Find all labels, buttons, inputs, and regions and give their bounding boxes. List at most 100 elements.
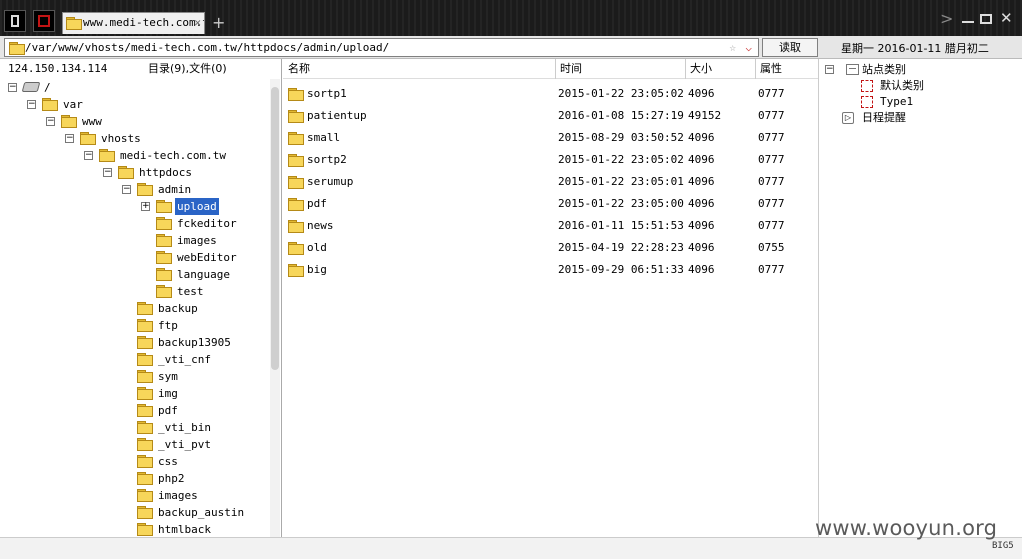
collapse-toggle[interactable]: − [27,100,36,109]
folder-icon [288,176,304,189]
collapse-toggle[interactable]: − [8,83,17,92]
tree-node[interactable]: _vti_cnf [0,351,268,368]
tree-node-label: php2 [158,472,185,485]
app-menu-button[interactable] [4,10,26,32]
collapse-toggle[interactable]: − [103,168,112,177]
tree-node[interactable]: backup_austin [0,504,268,521]
tree-node[interactable]: − www [0,113,268,130]
tree-node-label: css [158,455,178,468]
collapse-toggle[interactable]: − [122,185,131,194]
cell-size: 4096 [688,131,715,144]
tree-node[interactable]: test [0,283,268,300]
table-row[interactable]: news 2016-01-11 15:51:53 4096 0777 [283,215,819,237]
folder-icon [288,88,304,101]
collapse-toggle[interactable]: − [46,117,55,126]
cell-attr: 0777 [758,109,785,122]
tree-node[interactable]: _vti_pvt [0,436,268,453]
folder-icon [288,220,304,233]
tree-node[interactable]: − admin [0,181,268,198]
tab-active[interactable]: www.medi-tech.com.tw ✕ [62,12,205,34]
folder-icon [137,455,153,468]
tree-node-label: _vti_cnf [158,353,211,366]
tree-node[interactable]: + upload [0,198,268,215]
directory-summary: 目录(9),文件(0) [148,62,227,75]
table-row[interactable]: sortp1 2015-01-22 23:05:02 4096 0777 [283,83,819,105]
date-info: 星期一 2016-01-11 腊月初二 [841,42,989,55]
tree-node-label: images [158,489,198,502]
tree-node[interactable]: − medi-tech.com.tw [0,147,268,164]
new-tab-button[interactable]: + [212,13,225,32]
column-header-name[interactable]: 名称 [288,59,310,79]
column-header-size[interactable]: 大小 [685,59,712,79]
folder-icon [137,421,153,434]
folder-icon [137,489,153,502]
folder-icon [66,17,82,30]
cell-attr: 0777 [758,197,785,210]
tree-node-label: webEditor [177,251,237,264]
tree-node[interactable]: − var [0,96,268,113]
record-button[interactable] [33,10,55,32]
table-row[interactable]: big 2015-09-29 06:51:33 4096 0777 [283,259,819,281]
collapse-toggle[interactable]: − [825,65,834,74]
tree-node[interactable]: php2 [0,470,268,487]
tree-node[interactable]: ftp [0,317,268,334]
folder-icon [156,200,172,213]
tree-node[interactable]: webEditor [0,249,268,266]
maximize-icon[interactable] [980,14,992,24]
folder-icon [137,336,153,349]
tree-node[interactable]: − httpdocs [0,164,268,181]
tree-node[interactable]: _vti_bin [0,419,268,436]
read-button[interactable]: 读取 [762,38,818,57]
expand-toggle[interactable]: + [141,202,150,211]
tree-node[interactable]: − / [0,79,268,96]
folder-icon [137,353,153,366]
cell-attr: 0777 [758,175,785,188]
tree-node[interactable]: images [0,232,268,249]
tree-scrollbar[interactable] [270,79,280,537]
table-row[interactable]: serumup 2015-01-22 23:05:01 4096 0777 [283,171,819,193]
close-icon[interactable]: ✕ [1000,9,1013,27]
folder-icon [9,42,25,55]
tree-node[interactable]: css [0,453,268,470]
column-header-attr[interactable]: 属性 [755,59,782,79]
tree-node[interactable]: images [0,487,268,504]
collapse-toggle[interactable]: − [65,134,74,143]
chevron-down-icon[interactable]: ⌵ [745,39,752,56]
folder-icon [137,438,153,451]
tree-node-label: backup [158,302,198,315]
table-row[interactable]: sortp2 2015-01-22 23:05:02 4096 0777 [283,149,819,171]
column-header-time[interactable]: 时间 [555,59,582,79]
tree-node[interactable]: pdf [0,402,268,419]
cell-time: 2015-01-22 23:05:01 [558,175,684,188]
tree-node[interactable]: backup [0,300,268,317]
cell-time: 2015-04-19 22:28:23 [558,241,684,254]
tree-node[interactable]: htmlback [0,521,268,537]
cell-size: 4096 [688,175,715,188]
minimize-icon[interactable] [962,12,974,24]
tree-node[interactable]: language [0,266,268,283]
tree-node-label: upload [175,198,219,215]
tree-node[interactable]: sym [0,368,268,385]
tree-node-label: images [177,234,217,247]
tree-node[interactable]: backup13905 [0,334,268,351]
tree-node[interactable]: img [0,385,268,402]
tab-close-icon[interactable]: ✕ [194,13,201,33]
table-row[interactable]: patientup 2016-01-08 15:27:19 49152 0777 [283,105,819,127]
folder-icon [137,387,153,400]
table-row[interactable]: old 2015-04-19 22:28:23 4096 0755 [283,237,819,259]
chevron-right-icon[interactable]: > [940,9,953,28]
folder-icon [156,285,172,298]
tree-node-label: fckeditor [177,217,237,230]
path-input[interactable]: /var/www/vhosts/medi-tech.com.tw/httpdoc… [4,38,759,57]
folder-icon [288,242,304,255]
table-row[interactable]: pdf 2015-01-22 23:05:00 4096 0777 [283,193,819,215]
cell-time: 2015-01-22 23:05:00 [558,197,684,210]
tree-node[interactable]: − vhosts [0,130,268,147]
table-row[interactable]: small 2015-08-29 03:50:52 4096 0777 [283,127,819,149]
star-icon[interactable]: ☆ [729,39,736,56]
collapse-toggle[interactable]: − [84,151,93,160]
cell-attr: 0777 [758,219,785,232]
tree-node[interactable]: fckeditor [0,215,268,232]
scrollbar-thumb[interactable] [271,87,279,370]
encoding-indicator[interactable]: BIG5 [992,541,1014,551]
